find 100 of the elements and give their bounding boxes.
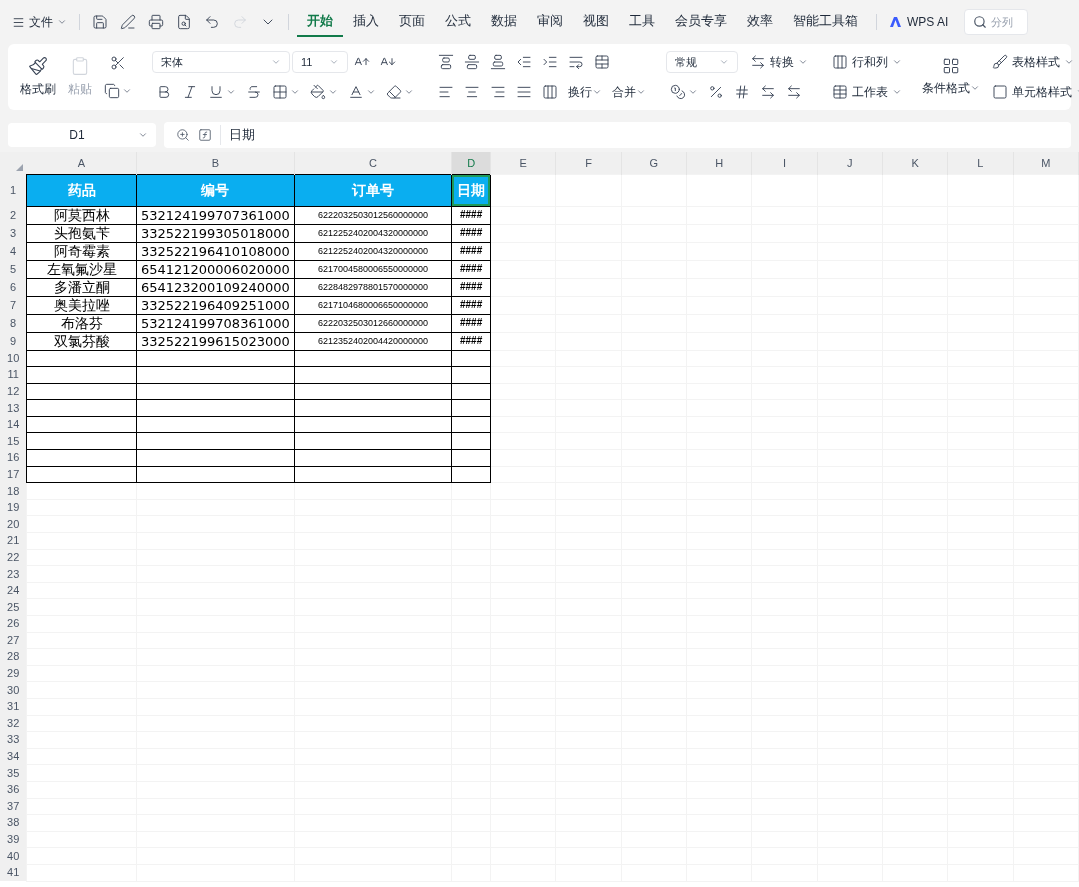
ai-button[interactable]: WPS AI: [885, 13, 953, 31]
table-cell[interactable]: ####: [451, 224, 491, 242]
worksheet-button[interactable]: 工作表: [828, 80, 906, 104]
ribbon-tab[interactable]: 智能工具箱: [783, 7, 868, 37]
column-header[interactable]: I: [751, 152, 818, 174]
column-header[interactable]: L: [947, 152, 1014, 174]
ribbon-tab[interactable]: 会员专享: [665, 7, 737, 37]
ribbon-tab[interactable]: 插入: [343, 7, 389, 37]
row-header[interactable]: 4: [0, 242, 27, 260]
zoom-icon[interactable]: [176, 128, 190, 142]
row-header[interactable]: 5: [0, 260, 27, 278]
row-header[interactable]: 27: [0, 632, 27, 649]
ribbon-tab[interactable]: 页面: [389, 7, 435, 37]
row-header[interactable]: 9: [0, 332, 27, 350]
rows-columns-button[interactable]: 行和列: [828, 50, 906, 74]
ribbon-tab[interactable]: 开始: [297, 7, 343, 37]
table-cell[interactable]: 6212352402004420000000: [294, 332, 452, 350]
table-cell[interactable]: 6217104680006650000000: [294, 296, 452, 314]
wrap-button[interactable]: 换行: [564, 83, 606, 101]
cell-style-button[interactable]: 单元格样式: [988, 80, 1079, 104]
table-cell[interactable]: 左氧氟沙星: [26, 260, 137, 278]
column-header[interactable]: J: [817, 152, 883, 174]
table-cell[interactable]: 6222032503012560000000: [294, 206, 452, 224]
table-cell[interactable]: 6212252402004320000000: [294, 242, 452, 260]
row-header[interactable]: 3: [0, 224, 27, 242]
column-header[interactable]: K: [882, 152, 948, 174]
row-header[interactable]: 39: [0, 831, 27, 848]
table-cell[interactable]: ####: [451, 260, 491, 278]
ribbon-tab[interactable]: 审阅: [527, 7, 573, 37]
table-cell[interactable]: 6222032503012660000000: [294, 314, 452, 332]
table-cell[interactable]: 6217004580006550000000: [294, 260, 452, 278]
row-header[interactable]: 22: [0, 549, 27, 566]
table-cell[interactable]: 6212252402004320000000: [294, 224, 452, 242]
row-header[interactable]: 32: [0, 715, 27, 732]
table-cell[interactable]: ####: [451, 296, 491, 314]
table-cell[interactable]: 332522199305018000: [136, 224, 295, 242]
search-field[interactable]: 分列: [991, 13, 1020, 31]
ribbon-tab[interactable]: 视图: [573, 7, 619, 37]
ribbon-tab[interactable]: 工具: [619, 7, 665, 37]
font-size-field[interactable]: 11: [292, 51, 348, 73]
row-header[interactable]: 24: [0, 582, 27, 599]
column-header[interactable]: B: [136, 152, 295, 174]
column-header[interactable]: M: [1013, 152, 1079, 174]
table-cell[interactable]: 布洛芬: [26, 314, 137, 332]
merge-button[interactable]: 合并: [608, 83, 650, 101]
column-header[interactable]: G: [621, 152, 687, 174]
table-cell[interactable]: 阿奇霉素: [26, 242, 137, 260]
table-cell[interactable]: 双氯芬酸: [26, 332, 137, 350]
table-cell[interactable]: 532124199708361000: [136, 314, 295, 332]
table-style-button[interactable]: 表格样式: [988, 50, 1079, 74]
ribbon-tab[interactable]: 数据: [481, 7, 527, 37]
row-header[interactable]: 2: [0, 206, 27, 224]
row-header[interactable]: 31: [0, 698, 27, 716]
row-header[interactable]: 34: [0, 748, 27, 765]
row-header[interactable]: 41: [0, 864, 27, 881]
column-header[interactable]: A: [26, 152, 137, 174]
table-cell[interactable]: 头孢氨苄: [26, 224, 137, 242]
function-icon[interactable]: [198, 128, 212, 142]
table-cell[interactable]: ####: [451, 278, 491, 296]
convert-button[interactable]: 转换: [746, 50, 812, 74]
table-cell[interactable]: 532124199707361000: [136, 206, 295, 224]
row-header[interactable]: 19: [0, 499, 27, 516]
file-menu[interactable]: 文件: [8, 13, 71, 31]
table-cell[interactable]: 阿莫西林: [26, 206, 137, 224]
column-header[interactable]: F: [555, 152, 622, 174]
table-cell[interactable]: ####: [451, 314, 491, 332]
table-cell[interactable]: 654121200006020000: [136, 260, 295, 278]
table-cell[interactable]: ####: [451, 206, 491, 224]
number-format-field[interactable]: 常规: [666, 51, 738, 73]
row-header[interactable]: 17: [0, 466, 27, 483]
row-header[interactable]: 14: [0, 416, 27, 433]
conditional-format-button[interactable]: 条件格式: [922, 57, 980, 97]
column-header[interactable]: H: [686, 152, 752, 174]
row-header[interactable]: 6: [0, 278, 27, 296]
ribbon-tab[interactable]: 公式: [435, 7, 481, 37]
table-cell[interactable]: 332522199615023000: [136, 332, 295, 350]
row-header[interactable]: 29: [0, 665, 27, 682]
font-name-field[interactable]: 宋体: [152, 51, 290, 73]
ribbon-tab[interactable]: 效率: [737, 7, 783, 37]
name-box[interactable]: D1: [8, 123, 156, 147]
table-cell[interactable]: ####: [451, 332, 491, 350]
row-header[interactable]: 7: [0, 296, 27, 314]
table-cell[interactable]: 332522196409251000: [136, 296, 295, 314]
column-header[interactable]: D: [451, 152, 491, 174]
table-cell[interactable]: 奥美拉唑: [26, 296, 137, 314]
row-header[interactable]: 10: [0, 350, 27, 367]
row-header[interactable]: 37: [0, 798, 27, 815]
row-header[interactable]: 8: [0, 314, 27, 332]
format-painter-button[interactable]: 格式刷: [16, 56, 60, 98]
row-header[interactable]: 12: [0, 383, 27, 400]
search-box[interactable]: 分列: [964, 9, 1029, 35]
column-header[interactable]: C: [294, 152, 452, 174]
row-header[interactable]: 36: [0, 781, 27, 799]
table-cell[interactable]: 332522196410108000: [136, 242, 295, 260]
table-cell[interactable]: 6228482978801570000000: [294, 278, 452, 296]
row-header[interactable]: 1: [0, 174, 27, 206]
table-cell[interactable]: 多潘立酮: [26, 278, 137, 296]
column-header[interactable]: E: [490, 152, 556, 174]
table-cell[interactable]: 654123200109240000: [136, 278, 295, 296]
table-cell[interactable]: ####: [451, 242, 491, 260]
